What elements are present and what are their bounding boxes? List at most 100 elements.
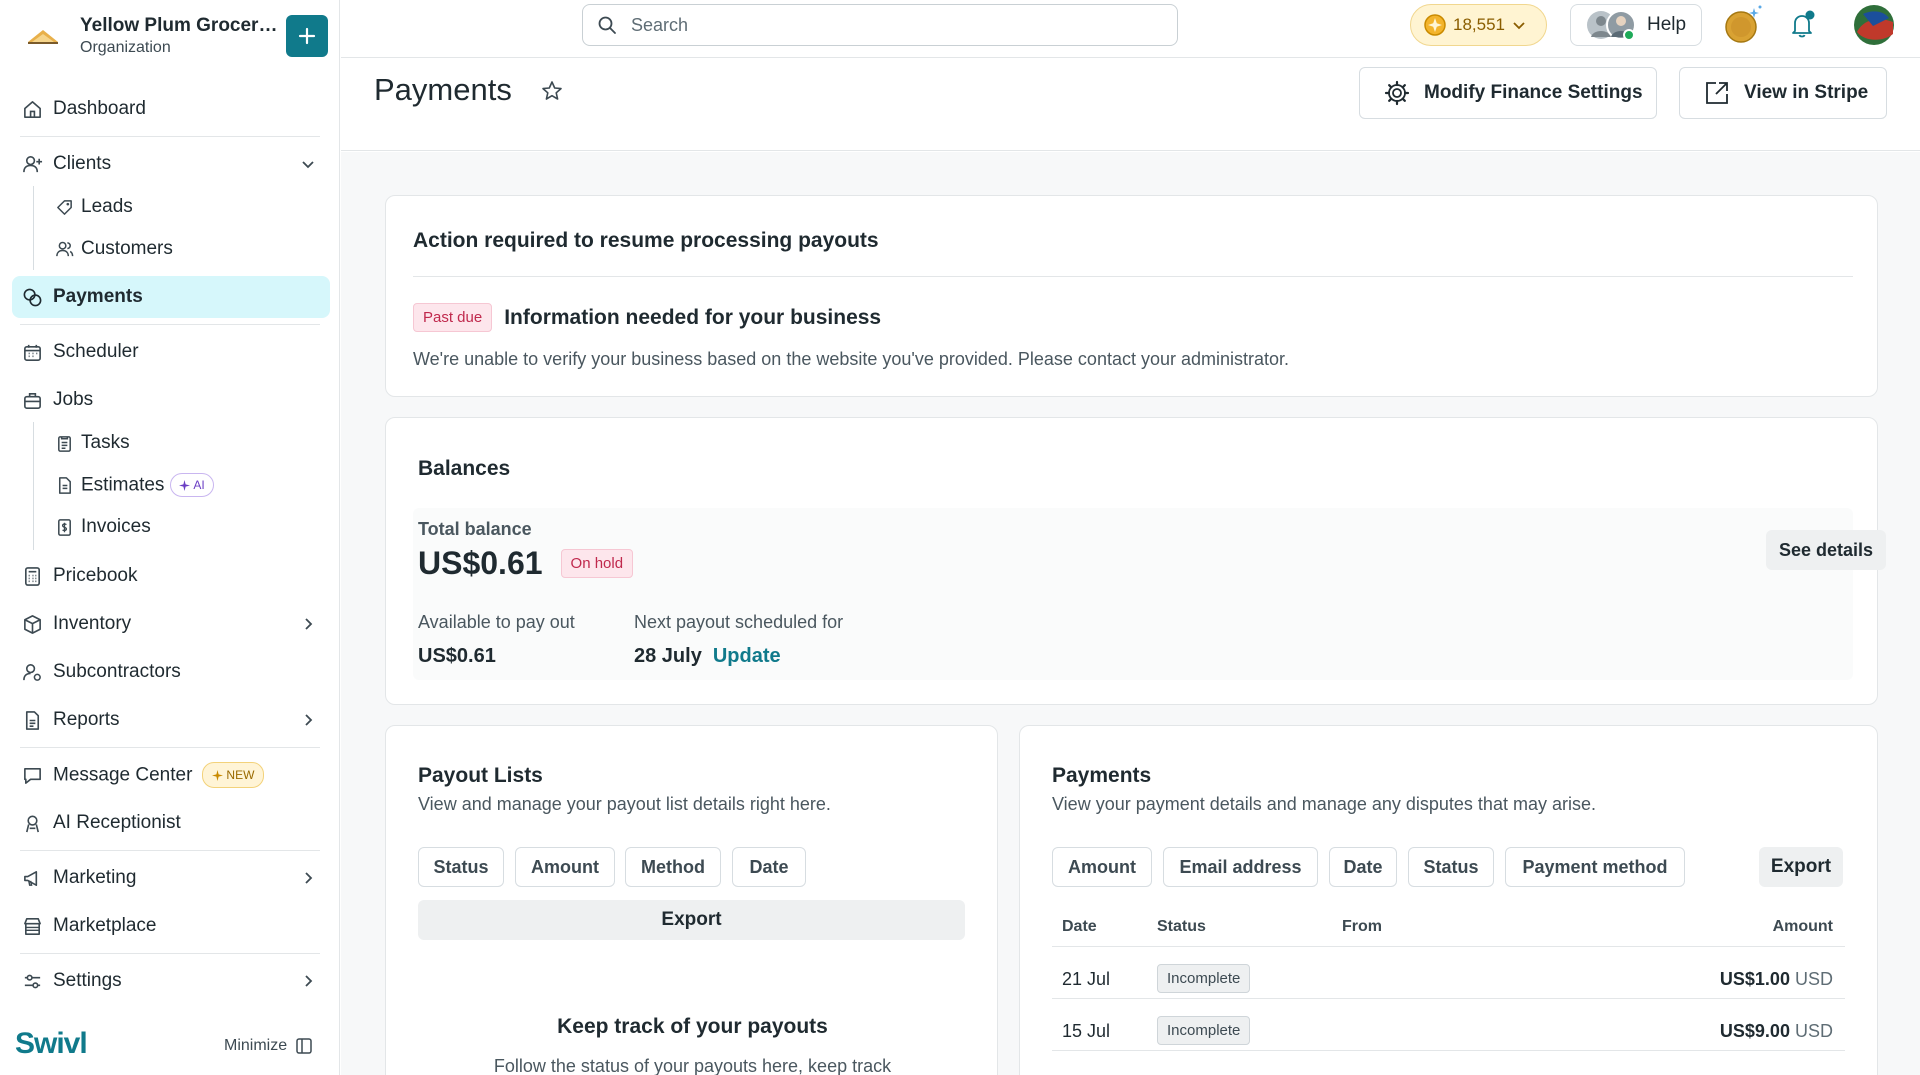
column-header-status: Status	[1157, 918, 1206, 935]
sidebar-item-payments[interactable]: Payments	[12, 276, 330, 318]
view-in-stripe-label: View in Stripe	[1744, 82, 1869, 103]
status-badge: Incomplete	[1157, 1016, 1251, 1045]
total-balance-label: Total balance	[418, 519, 532, 539]
filter-status[interactable]: Status	[1408, 847, 1494, 887]
sidebar-item-jobs[interactable]: Jobs	[12, 379, 330, 421]
sidebar-item-marketing[interactable]: Marketing	[12, 857, 330, 899]
column-header-amount: Amount	[1772, 918, 1833, 935]
notifications-button[interactable]	[1782, 4, 1824, 46]
sidebar-item-label: Pricebook	[53, 565, 138, 586]
filter-amount[interactable]: Amount	[515, 847, 615, 887]
sidebar-item-label: Settings	[53, 970, 122, 991]
payout-lists-subtitle: View and manage your payout list details…	[418, 794, 831, 814]
sidebar-item-label: Dashboard	[53, 98, 146, 119]
user-avatar[interactable]	[1853, 4, 1895, 46]
row-date: 21 Jul	[1062, 969, 1111, 989]
payout-empty-text: Follow the status of your payouts here, …	[493, 1056, 892, 1075]
favorite-star-icon[interactable]	[541, 80, 563, 102]
sliders-icon	[24, 974, 41, 989]
add-button[interactable]	[286, 15, 328, 57]
sidebar-item-label: Estimates AI	[81, 473, 214, 497]
new-badge: NEW	[202, 762, 265, 788]
filter-method[interactable]: Method	[625, 847, 721, 887]
sidebar-item-label: Subcontractors	[53, 661, 181, 682]
headset-icon	[25, 815, 40, 833]
org-name: Yellow Plum Grocers...	[80, 15, 280, 36]
sidebar-item-clients[interactable]: Clients	[12, 143, 330, 185]
payments-subtitle: View your payment details and manage any…	[1052, 794, 1596, 814]
sidebar-toggle-icon	[296, 1038, 312, 1054]
sidebar-item-invoices[interactable]: Invoices	[55, 507, 325, 547]
filter-email-address[interactable]: Email address	[1163, 847, 1318, 887]
brand-logo: Swivl	[15, 1027, 88, 1060]
help-button[interactable]: Help	[1570, 4, 1702, 46]
sidebar-item-inventory[interactable]: Inventory	[12, 603, 330, 645]
users-icon	[56, 241, 74, 257]
minimize-button[interactable]: Minimize	[224, 1037, 313, 1055]
row-date: 15 Jul	[1062, 1021, 1111, 1041]
sidebar-item-subcontractors[interactable]: Subcontractors	[12, 651, 330, 693]
calculator-icon	[25, 567, 40, 586]
filter-status[interactable]: Status	[418, 847, 504, 887]
filter-amount[interactable]: Amount	[1052, 847, 1152, 887]
calendar-icon	[24, 344, 41, 361]
view-in-stripe-button[interactable]: View in Stripe	[1679, 67, 1887, 119]
filter-date[interactable]: Date	[732, 847, 806, 887]
sidebar-item-leads[interactable]: Leads	[55, 187, 325, 227]
modify-finance-settings-button[interactable]: Modify Finance Settings	[1359, 67, 1657, 119]
clipboard-icon	[58, 436, 71, 452]
chevron-right-icon	[305, 975, 313, 987]
sidebar-item-tasks[interactable]: Tasks	[55, 423, 325, 463]
org-logo-icon	[18, 13, 68, 59]
search-icon	[598, 16, 616, 34]
sidebar-item-marketplace[interactable]: Marketplace	[12, 905, 330, 947]
sidebar-item-label: Leads	[81, 196, 133, 217]
filter-payment-method[interactable]: Payment method	[1505, 847, 1685, 887]
search-placeholder: Search	[631, 14, 689, 35]
chat-icon	[24, 768, 41, 784]
sidebar-item-message-center[interactable]: Message Center NEW	[12, 754, 330, 796]
ai-badge-label: AI	[193, 478, 205, 492]
rewards-button[interactable]	[1721, 4, 1763, 46]
available-label: Available to pay out	[418, 612, 575, 632]
sidebar-item-estimates[interactable]: Estimates AI	[55, 465, 325, 505]
user-gear-icon	[23, 664, 41, 681]
sidebar-item-reports[interactable]: Reports	[12, 699, 330, 741]
gold-medal-icon	[1725, 5, 1762, 43]
search-input[interactable]: Search	[582, 4, 1178, 46]
sparkle-icon	[212, 769, 224, 781]
sidebar-item-label: Customers	[81, 238, 173, 259]
megaphone-icon	[24, 871, 38, 886]
action-heading: Information needed for your business	[504, 305, 882, 329]
sidebar-item-ai-receptionist[interactable]: AI Receptionist	[12, 802, 330, 844]
chevron-down-icon	[302, 161, 314, 169]
sidebar-item-label: Marketplace	[53, 915, 157, 936]
org-switcher[interactable]: Yellow Plum Grocers... Organization	[18, 12, 328, 60]
sidebar-item-dashboard[interactable]: Dashboard	[12, 88, 330, 130]
sidebar-item-customers[interactable]: Customers	[55, 229, 325, 269]
see-details-button[interactable]: See details	[1766, 530, 1886, 570]
user-plus-icon	[23, 156, 43, 173]
payments-card: Payments View your payment details and m…	[1019, 725, 1878, 1075]
coin-icon	[1424, 14, 1446, 36]
coins-balance-button[interactable]: 18,551	[1410, 4, 1547, 46]
payments-export-button[interactable]: Export	[1759, 847, 1843, 887]
chevron-right-icon	[305, 618, 313, 630]
sidebar-item-scheduler[interactable]: Scheduler	[12, 331, 330, 373]
avatar-icon	[1854, 5, 1894, 45]
message-center-label: Message Center	[53, 764, 193, 786]
briefcase-icon	[24, 393, 41, 409]
ai-badge: AI	[170, 473, 214, 497]
payout-lists-card: Payout Lists View and manage your payout…	[385, 725, 998, 1075]
filter-date[interactable]: Date	[1329, 847, 1397, 887]
sidebar-item-label: AI Receptionist	[53, 812, 181, 833]
sidebar-item-settings[interactable]: Settings	[12, 960, 330, 1002]
invoice-icon	[58, 519, 71, 536]
update-payout-link[interactable]: Update	[713, 645, 781, 668]
payout-export-button[interactable]: Export	[418, 900, 965, 940]
help-label: Help	[1647, 14, 1687, 35]
sparkle-icon	[179, 479, 191, 491]
sidebar-item-pricebook[interactable]: Pricebook	[12, 555, 330, 597]
sidebar-item-label: Payments	[53, 286, 143, 307]
chevron-down-icon	[1513, 22, 1525, 30]
